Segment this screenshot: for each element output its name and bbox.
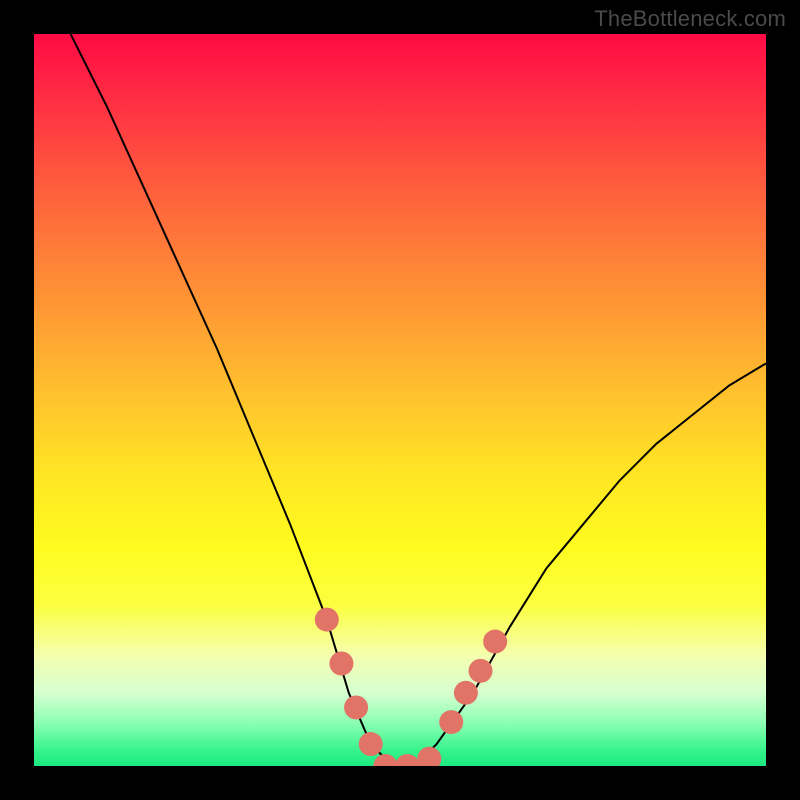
- left-marker-3-icon: [344, 695, 368, 719]
- right-marker-1-icon: [439, 710, 463, 734]
- curve-layer: [34, 34, 766, 766]
- watermark-text: TheBottleneck.com: [594, 6, 786, 32]
- right-marker-2-icon: [454, 681, 478, 705]
- bottom-marker-1-icon: [373, 754, 397, 766]
- right-marker-3-icon: [469, 659, 493, 683]
- left-marker-1-icon: [315, 608, 339, 632]
- right-marker-4-icon: [483, 630, 507, 654]
- left-marker-2-icon: [329, 652, 353, 676]
- marker-group: [315, 608, 507, 766]
- bottom-marker-3-icon: [417, 747, 441, 766]
- bottleneck-curve: [71, 34, 766, 766]
- left-marker-4-icon: [359, 732, 383, 756]
- chart-frame: TheBottleneck.com: [0, 0, 800, 800]
- plot-area: [34, 34, 766, 766]
- bottom-marker-2-icon: [395, 754, 419, 766]
